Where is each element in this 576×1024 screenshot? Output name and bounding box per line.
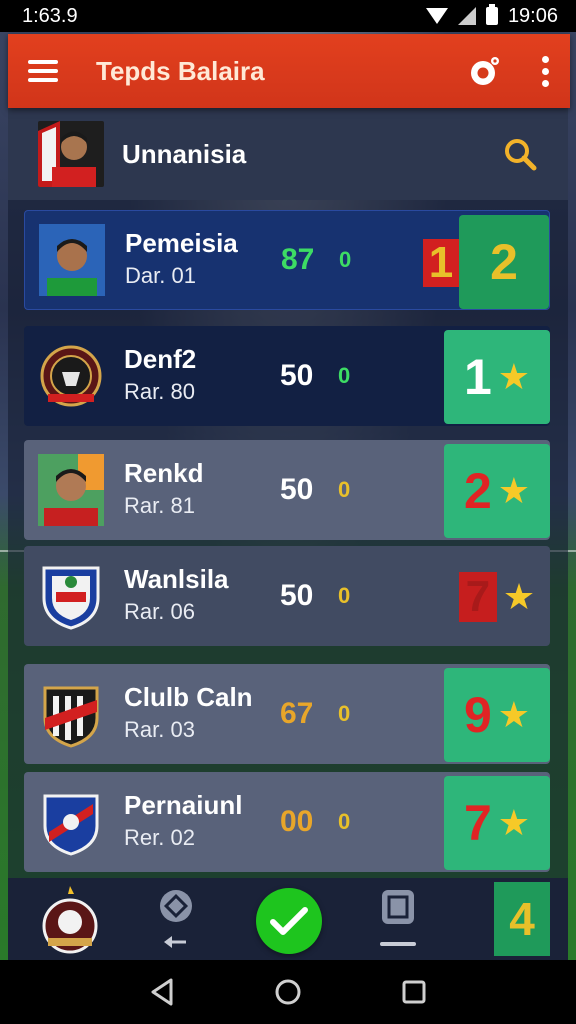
rank-number: 7 [465, 572, 491, 621]
club-crest-icon [38, 678, 104, 750]
list-item[interactable]: Renkd Rar. 81 50 0 2 ★ [24, 440, 550, 540]
club-crest-icon [38, 340, 104, 412]
signal-icon [457, 7, 476, 25]
profile-name: Unnanisia [122, 138, 247, 169]
club-crest-icon [38, 560, 104, 632]
score: 50 [280, 473, 314, 506]
team-rank-label: Rar. 80 [124, 379, 195, 404]
score: 00 [280, 805, 314, 838]
battery-icon [485, 4, 498, 25]
score: 87 [281, 243, 315, 276]
list-item[interactable]: Clulb Caln Rar. 03 67 0 9 ★ [24, 664, 550, 764]
wifi-icon [425, 8, 448, 24]
rank-badge[interactable]: 9 ★ [444, 668, 550, 762]
rank-number: 7 [463, 795, 492, 851]
system-recents-icon[interactable] [401, 979, 427, 1005]
back-arrow-icon[interactable] [156, 886, 196, 952]
star-icon: ★ [497, 694, 531, 735]
rank-number: 1 [428, 238, 454, 287]
rank-badge[interactable]: 7 ★ [444, 776, 550, 870]
rank-badge[interactable]: 2 ★ [444, 444, 550, 538]
rank-number-secondary: 2 [490, 234, 518, 290]
search-icon[interactable] [502, 136, 538, 172]
document-icon[interactable] [378, 888, 418, 952]
team-name: Denf2 [124, 344, 197, 374]
team-rank-label: Dar. 01 [125, 263, 196, 288]
star-icon: ★ [497, 802, 531, 843]
list-item[interactable]: Pernaiunl Rer. 02 00 0 7 ★ [24, 772, 550, 872]
system-navigation-bar [0, 960, 576, 1024]
bottom-navigation: 4 [8, 878, 568, 960]
rank-badge[interactable]: 7 ★ [444, 550, 550, 644]
rank-number: 1 [463, 349, 492, 405]
team-rank-label: Rar. 03 [124, 717, 195, 742]
system-home-icon[interactable] [274, 978, 302, 1006]
indicator-icon: 0 [338, 477, 351, 502]
team-rank-label: Rar. 06 [124, 599, 195, 624]
avatar[interactable] [38, 121, 104, 187]
star-icon: ★ [502, 576, 536, 617]
indicator-icon: 0 [338, 809, 351, 834]
player-photo [38, 454, 104, 526]
menu-icon[interactable] [28, 60, 58, 82]
team-rank-label: Rar. 81 [124, 493, 195, 518]
team-rank-label: Rer. 02 [124, 825, 195, 850]
team-name: Pernaiunl [124, 790, 243, 820]
club-crest-icon[interactable] [40, 886, 100, 956]
profile-header: Unnanisia [8, 108, 568, 200]
rank-badge-peek[interactable]: 4 [494, 882, 550, 956]
status-time-right: 19:06 [507, 4, 558, 27]
camera-icon[interactable] [468, 54, 502, 88]
indicator-icon: 0 [338, 701, 351, 726]
score: 50 [280, 359, 314, 392]
indicator-icon: 0 [338, 363, 351, 388]
ranking-list: Pemeisia Dar. 01 87 0 1 2 Denf2 Rar. 80 … [8, 200, 568, 960]
team-name: Pemeisia [125, 228, 238, 258]
app-title: Tepds Balaira [96, 55, 265, 86]
rank-number: 9 [463, 687, 492, 743]
rank-badge[interactable]: 1 2 [423, 215, 549, 309]
score: 67 [280, 697, 314, 730]
status-bar: 1:63.9 19:06 [0, 0, 576, 32]
list-item[interactable]: Denf2 Rar. 80 50 0 1 ★ [24, 326, 550, 426]
rank-number: 4 [509, 893, 535, 945]
more-options-icon[interactable] [542, 55, 550, 87]
rank-number: 2 [463, 463, 492, 519]
list-item[interactable]: Pemeisia Dar. 01 87 0 1 2 [24, 210, 550, 310]
team-name: Renkd [124, 458, 204, 488]
star-icon: ★ [497, 470, 531, 511]
check-icon [270, 907, 308, 935]
list-item[interactable]: Wanlsila Rar. 06 50 0 7 ★ [24, 546, 550, 646]
app-bar: Tepds Balaira [8, 34, 570, 108]
system-back-icon[interactable] [149, 978, 175, 1006]
status-time-left: 1:63.9 [22, 4, 78, 27]
rank-badge[interactable]: 1 ★ [444, 330, 550, 424]
star-icon: ★ [497, 356, 531, 397]
club-crest-icon [38, 786, 104, 858]
team-name: Clulb Caln [124, 682, 253, 712]
score: 50 [280, 579, 314, 612]
confirm-check-button[interactable] [256, 888, 322, 954]
indicator-icon: 0 [338, 583, 351, 608]
indicator-icon: 0 [339, 247, 352, 272]
team-name: Wanlsila [124, 564, 229, 594]
player-photo [39, 224, 105, 296]
